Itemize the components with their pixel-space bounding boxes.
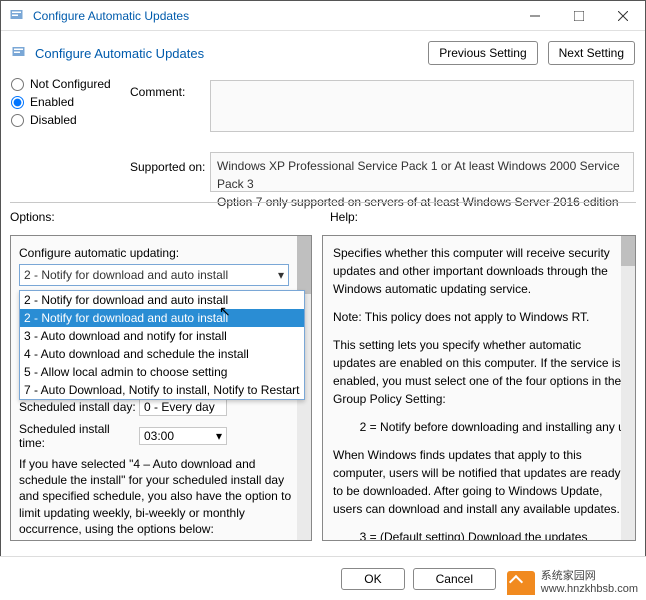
help-section-title: Help: — [330, 210, 636, 224]
radio-enabled[interactable] — [11, 96, 24, 109]
dropdown-option[interactable]: 3 - Auto download and notify for install — [20, 327, 304, 345]
watermark-url: www.hnzkhbsb.com — [541, 583, 638, 596]
options-scrollbar-thumb[interactable] — [297, 236, 311, 294]
gpo-dialog-window: Configure Automatic Updates Configure Au… — [0, 0, 646, 600]
help-text: Note: This policy does not apply to Wind… — [333, 308, 625, 326]
configure-updating-dropdown-list[interactable]: 2 - Notify for download and auto install… — [19, 290, 305, 400]
dropdown-option[interactable]: 5 - Allow local admin to choose setting — [20, 363, 304, 381]
options-panel: Configure automatic updating: 2 - Notify… — [10, 235, 312, 541]
watermark: 系统家园网 www.hnzkhbsb.com — [507, 570, 638, 596]
next-setting-button[interactable]: Next Setting — [548, 41, 635, 65]
ok-button[interactable]: OK — [341, 568, 404, 590]
dropdown-selected-text: 2 - Notify for download and auto install — [24, 268, 228, 282]
supported-on-text: Windows XP Professional Service Pack 1 o… — [210, 152, 634, 192]
help-panel: Specifies whether this computer will rec… — [322, 235, 636, 541]
radio-disabled[interactable] — [11, 114, 24, 127]
previous-setting-button[interactable]: Previous Setting — [428, 41, 537, 65]
help-text: 3 = (Default setting) Download the updat… — [333, 528, 625, 541]
scheduled-install-time-label: Scheduled install time: — [19, 422, 139, 450]
page-title: Configure Automatic Updates — [35, 46, 204, 61]
close-icon — [618, 11, 628, 21]
dropdown-option-selected[interactable]: 2 - Notify for download and auto install — [20, 309, 304, 327]
radio-label-enabled: Enabled — [30, 95, 74, 109]
chevron-down-icon: ▾ — [216, 429, 222, 443]
comment-textarea[interactable] — [210, 80, 634, 132]
radio-label-disabled: Disabled — [30, 113, 77, 127]
help-text: This setting lets you specify whether au… — [333, 336, 625, 408]
policy-icon — [9, 7, 27, 25]
dropdown-option[interactable]: 2 - Notify for download and auto install — [20, 291, 304, 309]
cancel-button[interactable]: Cancel — [413, 568, 496, 590]
dropdown-option[interactable]: 7 - Auto Download, Notify to install, No… — [20, 381, 304, 399]
minimize-button[interactable] — [513, 1, 557, 31]
supported-on-label: Supported on: — [130, 160, 205, 174]
title-bar[interactable]: Configure Automatic Updates — [1, 1, 645, 31]
close-button[interactable] — [601, 1, 645, 31]
house-icon — [507, 571, 535, 595]
radio-label-not-configured: Not Configured — [30, 77, 111, 91]
header-row: Configure Automatic Updates Previous Set… — [1, 31, 645, 65]
policy-header-icon — [11, 44, 29, 62]
scheduled-install-day-dropdown[interactable]: 0 - Every day — [139, 398, 227, 416]
help-text: 2 = Notify before downloading and instal… — [333, 418, 625, 436]
scheduled-install-time-dropdown[interactable]: 03:00▾ — [139, 427, 227, 445]
window-title: Configure Automatic Updates — [33, 9, 189, 23]
configure-updating-label: Configure automatic updating: — [19, 246, 303, 260]
options-paragraph: If you have selected "4 – Auto download … — [19, 456, 303, 537]
maximize-icon — [574, 11, 584, 21]
radio-not-configured[interactable] — [11, 78, 24, 91]
separator — [10, 202, 636, 203]
configure-updating-dropdown[interactable]: 2 - Notify for download and auto install… — [19, 264, 289, 286]
maximize-button[interactable] — [557, 1, 601, 31]
help-text: Specifies whether this computer will rec… — [333, 244, 625, 298]
watermark-title: 系统家园网 — [541, 570, 638, 583]
minimize-icon — [530, 11, 540, 21]
dropdown-option[interactable]: 4 - Auto download and schedule the insta… — [20, 345, 304, 363]
scheduled-install-day-label: Scheduled install day: — [19, 400, 139, 414]
comment-label: Comment: — [130, 85, 185, 99]
help-text: When Windows finds updates that apply to… — [333, 446, 625, 518]
help-scrollbar-thumb[interactable] — [621, 236, 635, 266]
help-scrollbar-track[interactable] — [621, 236, 635, 540]
chevron-down-icon: ▾ — [278, 268, 284, 282]
options-section-title: Options: — [10, 210, 320, 224]
